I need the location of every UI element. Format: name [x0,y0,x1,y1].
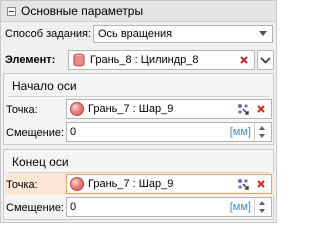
spin-up-icon[interactable] [259,126,265,130]
main-parameters-panel: Основные параметры Способ задания: Ось в… [0,0,277,223]
sphere-icon [70,102,84,116]
cylinder-face-icon [72,53,86,67]
end-offset-label: Смещение: [6,202,65,214]
end-offset-input[interactable]: 0 [мм] [66,197,272,217]
element-row: Элемент: Грань_8 : Цилиндр_8 [1,50,276,70]
clear-start-point-icon[interactable] [253,101,269,117]
element-dropdown-button[interactable] [257,50,274,70]
start-point-label: Точка: [6,104,38,116]
start-offset-stepper[interactable] [254,123,271,141]
spin-down-icon[interactable] [259,209,265,213]
spin-down-icon[interactable] [259,134,265,138]
axis-start-group: Начало оси Точка: Грань_7 : Шар_9 Смещен… [3,73,274,145]
element-value: Грань_8 : Цилиндр_8 [90,54,199,66]
end-offset-value: 0 [70,201,77,213]
method-row: Способ задания: Ось вращения [1,24,276,44]
divider [8,96,269,97]
clear-end-point-icon[interactable] [253,176,269,192]
method-select[interactable]: Ось вращения [93,25,273,43]
chevron-down-icon [259,31,267,36]
element-label: Элемент: [5,54,56,66]
axis-start-title: Начало оси [12,79,77,93]
section-title: Основные параметры [21,4,144,18]
start-offset-unit: [мм] [229,126,251,138]
start-offset-input[interactable]: 0 [мм] [66,122,272,142]
main-parameters-header[interactable]: Основные параметры [1,1,276,22]
clear-element-icon[interactable] [236,52,252,68]
axis-end-group: Конец оси Точка: Грань_7 : Шар_9 Смещени… [3,149,274,220]
axis-end-title: Конец оси [12,155,69,169]
end-offset-stepper[interactable] [254,198,271,216]
method-value: Ось вращения [98,28,173,40]
end-point-value: Грань_7 : Шар_9 [88,178,174,190]
element-field[interactable]: Грань_8 : Цилиндр_8 [68,50,255,70]
collapse-icon[interactable] [7,6,16,16]
end-offset-unit: [мм] [229,201,251,213]
pick-point-icon[interactable] [235,101,251,117]
chevron-down-icon [260,57,271,64]
sphere-icon [70,177,84,191]
start-point-field[interactable]: Грань_7 : Шар_9 [66,99,272,119]
end-point-field[interactable]: Грань_7 : Шар_9 [66,174,272,194]
method-label: Способ задания: [5,28,92,40]
start-offset-value: 0 [70,126,77,138]
end-point-label: Точка: [6,179,38,191]
start-point-value: Грань_7 : Шар_9 [88,103,174,115]
spin-up-icon[interactable] [259,201,265,205]
pick-point-icon[interactable] [235,176,251,192]
start-offset-label: Смещение: [6,127,65,139]
